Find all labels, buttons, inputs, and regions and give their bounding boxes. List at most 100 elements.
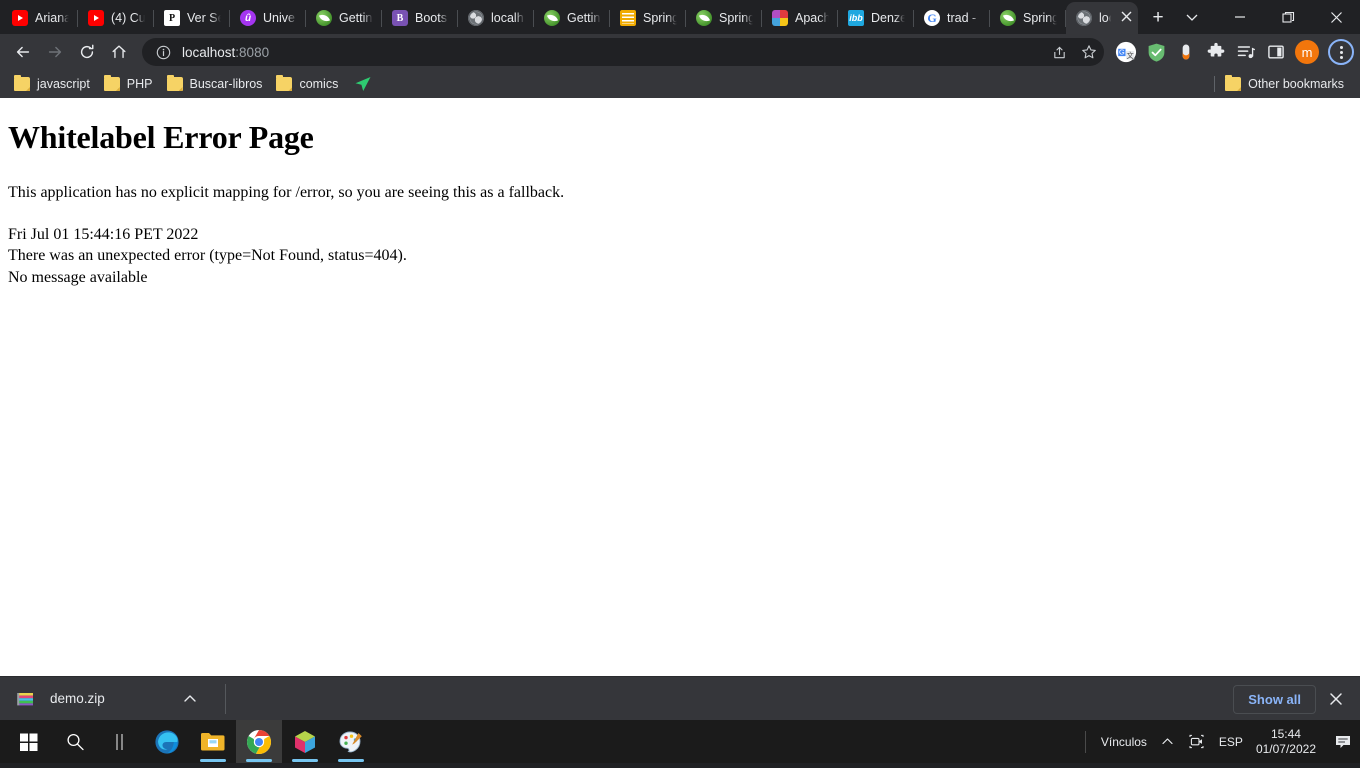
- svg-text:G: G: [1119, 47, 1125, 56]
- close-icon[interactable]: [1118, 10, 1134, 26]
- folder-icon: [276, 75, 293, 91]
- bookmark-label: PHP: [126, 77, 153, 91]
- 3d-viewer-button[interactable]: [282, 720, 328, 763]
- other-bookmarks-area: Other bookmarks: [1214, 70, 1352, 98]
- clock-time: 15:44: [1270, 726, 1301, 741]
- bookmark-buscar-libros[interactable]: Buscar-libros: [163, 74, 271, 94]
- tab-4[interactable]: Gettin: [306, 2, 382, 34]
- chevron-up-icon[interactable]: [177, 686, 203, 712]
- back-button[interactable]: [8, 37, 38, 67]
- dot: [1339, 45, 1343, 49]
- tab-13[interactable]: Spring: [990, 2, 1066, 34]
- tab-title: trad -: [947, 11, 977, 25]
- edge-button[interactable]: [144, 720, 190, 763]
- search-button[interactable]: [52, 720, 98, 763]
- winrar-archive-icon: [16, 689, 36, 709]
- tab-title: Spring: [643, 11, 677, 25]
- tab-12[interactable]: G trad -: [914, 2, 990, 34]
- tab-title: Ver Se: [187, 11, 221, 25]
- tab-title: Ariana: [35, 11, 69, 25]
- tab-0[interactable]: Ariana: [2, 2, 78, 34]
- chrome-menu-button[interactable]: [1328, 39, 1354, 65]
- page-title: Whitelabel Error Page: [8, 119, 314, 155]
- other-bookmarks-label: Other bookmarks: [1248, 77, 1344, 91]
- tab-7[interactable]: Gettin: [534, 2, 610, 34]
- forward-button[interactable]: [40, 37, 70, 67]
- download-file-name: demo.zip: [50, 691, 105, 706]
- dot: [1339, 55, 1343, 59]
- adguard-shield-icon[interactable]: [1142, 38, 1170, 66]
- youtube-icon: [88, 10, 104, 26]
- star-icon[interactable]: [1078, 41, 1100, 63]
- tab-title: loc: [1099, 11, 1111, 25]
- task-view-button[interactable]: [98, 720, 144, 763]
- camera-icon[interactable]: [1181, 733, 1212, 750]
- windows-taskbar: Vínculos ESP 15:44 01/07/2022: [0, 720, 1360, 763]
- tab-8[interactable]: Spring: [610, 2, 686, 34]
- tab-5[interactable]: B Boots: [382, 2, 458, 34]
- page-content: Whitelabel Error Page This application h…: [0, 98, 1360, 676]
- url-port: :8080: [235, 44, 270, 60]
- notification-icon[interactable]: [1326, 734, 1360, 750]
- clock-date: 01/07/2022: [1255, 741, 1316, 756]
- paper-plane-icon[interactable]: [354, 76, 372, 92]
- url-text: localhost:8080: [182, 45, 1040, 60]
- file-explorer-button[interactable]: [190, 720, 236, 763]
- side-panel-icon[interactable]: [1262, 38, 1290, 66]
- home-button[interactable]: [104, 37, 134, 67]
- tab-title: Spring: [1023, 11, 1057, 25]
- bookmark-comics[interactable]: comics: [272, 74, 346, 94]
- reading-list-icon[interactable]: [1232, 38, 1260, 66]
- clock[interactable]: 15:44 01/07/2022: [1250, 727, 1326, 756]
- folder-icon: [14, 75, 30, 91]
- close-window-button[interactable]: [1312, 0, 1360, 34]
- bookmarks-bar: javascript PHP Buscar-libros comics Othe…: [0, 70, 1360, 98]
- tab-10[interactable]: Apach: [762, 2, 838, 34]
- tab-active-localhost[interactable]: loc: [1066, 2, 1138, 34]
- show-all-downloads-button[interactable]: Show all: [1233, 684, 1316, 714]
- google-translate-icon[interactable]: G 文: [1112, 38, 1140, 66]
- divider: [1084, 730, 1086, 753]
- other-bookmarks-button[interactable]: Other bookmarks: [1221, 74, 1352, 94]
- minimize-button[interactable]: [1216, 0, 1264, 34]
- paint-button[interactable]: [328, 720, 374, 763]
- tab-2[interactable]: P Ver Se: [154, 2, 230, 34]
- close-shelf-button[interactable]: [1322, 685, 1350, 713]
- udemy-icon: û: [240, 10, 256, 26]
- tab-6[interactable]: localh: [458, 2, 534, 34]
- tab-title: Gettin: [339, 11, 373, 25]
- address-bar[interactable]: localhost:8080: [142, 38, 1104, 66]
- apache-cube-icon: [772, 10, 788, 26]
- bootstrap-icon: B: [392, 10, 408, 26]
- browser-toolbar: localhost:8080 G 文 m: [0, 34, 1360, 70]
- pill-capsule-icon[interactable]: [1172, 38, 1200, 66]
- page-info-icon[interactable]: [152, 41, 174, 63]
- ibb-icon: ibb: [848, 10, 864, 26]
- running-indicator: [338, 759, 364, 762]
- bookmark-javascript[interactable]: javascript: [10, 74, 98, 94]
- search-tabs-button[interactable]: [1168, 0, 1216, 34]
- tray-links-label[interactable]: Vínculos: [1094, 735, 1154, 749]
- error-timestamp: Fri Jul 01 15:44:16 PET 2022: [8, 226, 199, 244]
- tab-11[interactable]: ibb Denze: [838, 2, 914, 34]
- tab-3[interactable]: û Unive: [230, 2, 306, 34]
- tab-title: (4) Cu: [111, 11, 145, 25]
- tab-1[interactable]: (4) Cu: [78, 2, 154, 34]
- download-shelf: demo.zip Show all: [0, 676, 1360, 720]
- extensions-puzzle-icon[interactable]: [1202, 38, 1230, 66]
- download-item-demo-zip[interactable]: demo.zip: [16, 689, 105, 709]
- bookmark-php[interactable]: PHP: [100, 74, 161, 94]
- google-icon: G: [924, 10, 940, 26]
- tab-title: Gettin: [567, 11, 601, 25]
- reload-button[interactable]: [72, 37, 102, 67]
- language-indicator[interactable]: ESP: [1212, 735, 1250, 749]
- avatar[interactable]: m: [1295, 40, 1319, 64]
- tab-9[interactable]: Spring: [686, 2, 762, 34]
- start-button[interactable]: [6, 720, 52, 763]
- chevron-up-icon[interactable]: [1154, 735, 1181, 748]
- tab-title: Apach: [795, 11, 829, 25]
- chrome-button[interactable]: [236, 720, 282, 763]
- share-icon[interactable]: [1048, 41, 1070, 63]
- maximize-button[interactable]: [1264, 0, 1312, 34]
- tab-title: Spring: [719, 11, 753, 25]
